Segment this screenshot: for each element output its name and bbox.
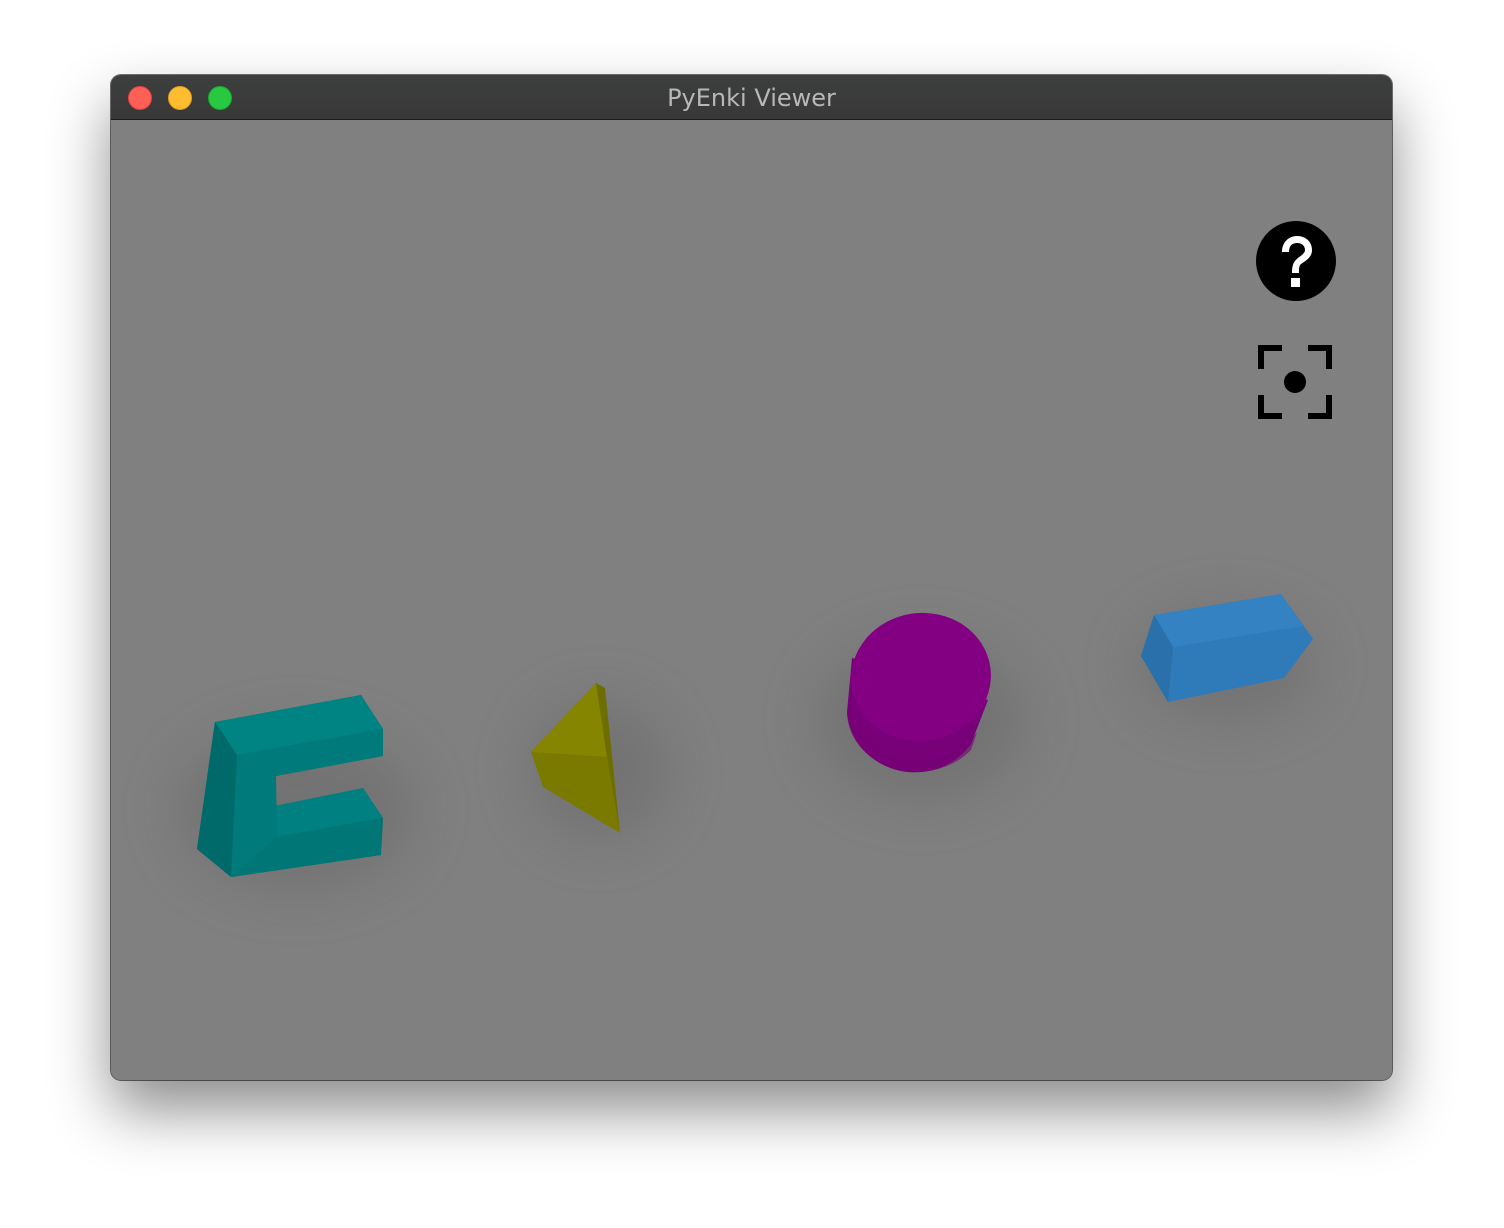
question-mark-circle-icon bbox=[1256, 221, 1336, 301]
title-bar[interactable]: PyEnki Viewer bbox=[111, 75, 1392, 120]
help-button[interactable] bbox=[1255, 220, 1337, 302]
window-title: PyEnki Viewer bbox=[667, 84, 836, 112]
app-window: PyEnki Viewer bbox=[111, 75, 1392, 1080]
scene-canvas[interactable] bbox=[111, 120, 1392, 1080]
center-focus-icon bbox=[1258, 345, 1332, 419]
3d-viewport[interactable] bbox=[111, 120, 1392, 1080]
recenter-camera-button[interactable] bbox=[1257, 344, 1333, 420]
